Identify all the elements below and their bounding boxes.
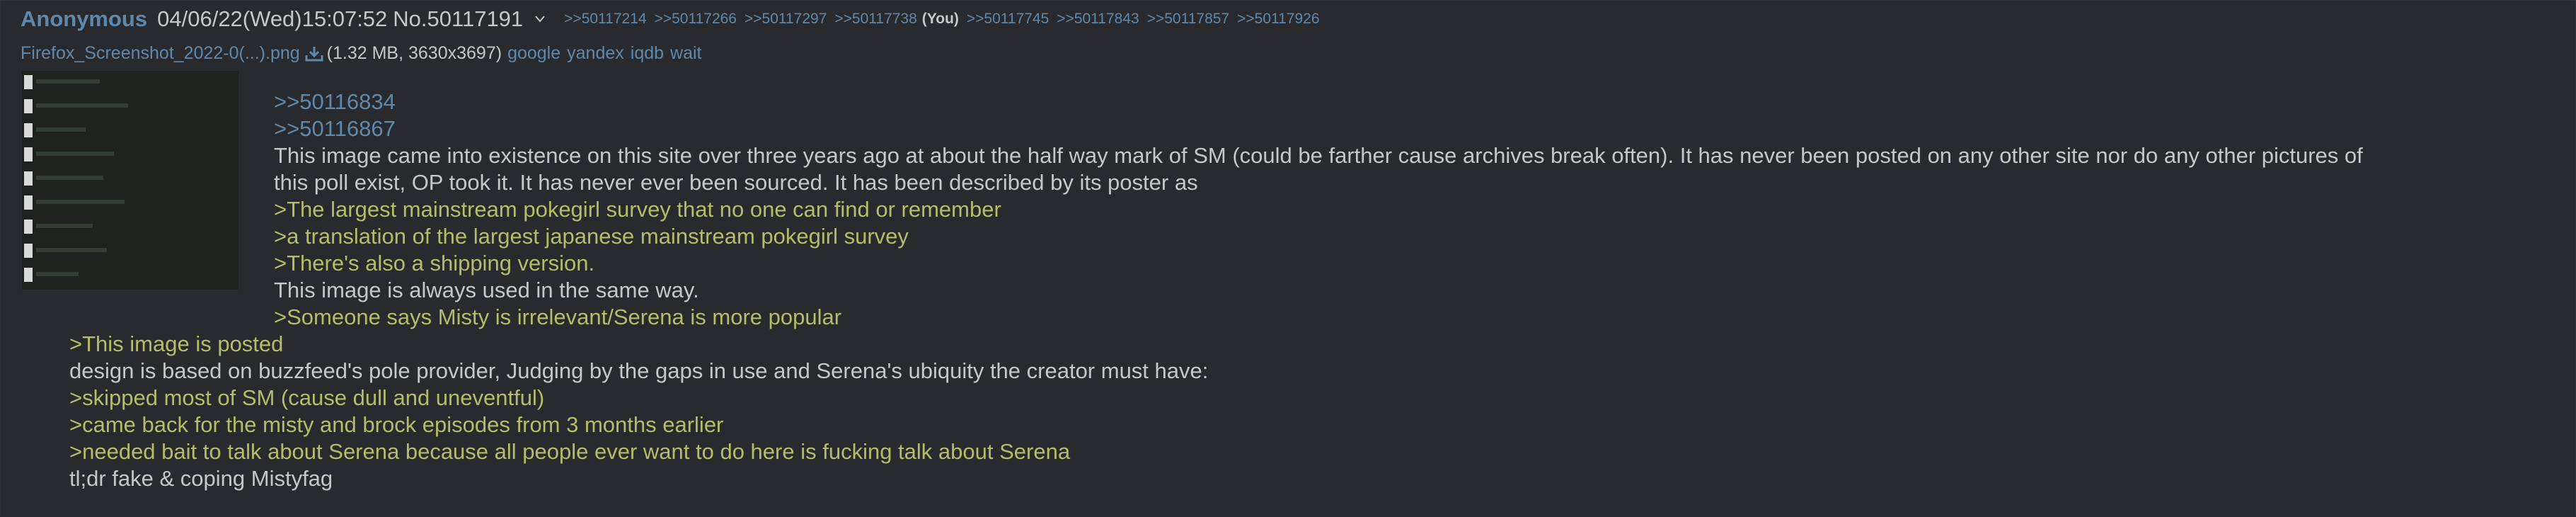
message-line: this poll exist, OP took it. It has neve…	[274, 170, 1198, 195]
post-container: Anonymous 04/06/22(Wed)15:07:52 No.50117…	[0, 0, 2576, 517]
quote-link[interactable]: >>50116834	[274, 89, 2511, 115]
greentext-line: >This image is posted	[69, 331, 284, 356]
post-number-link[interactable]: No.50117191	[393, 6, 523, 32]
message-below-image: >This image is posted design is based on…	[69, 331, 2511, 492]
message-line: This image is always used in the same wa…	[274, 278, 699, 302]
thumbnail-detail	[24, 220, 33, 234]
backlink[interactable]: >>50117297	[744, 11, 827, 28]
greentext-line: >needed bait to talk about Serena becaus…	[69, 439, 1071, 464]
backlink[interactable]: >>50117266	[655, 11, 737, 28]
poster-name: Anonymous	[21, 6, 148, 31]
message-line: This image came into existence on this s…	[274, 143, 2363, 168]
thumbnail-detail	[24, 268, 33, 282]
file-name-link[interactable]: Firefox_Screenshot_2022-0(...).png	[21, 43, 300, 64]
message-line: design is based on buzzfeed's pole provi…	[69, 358, 1209, 383]
backlink[interactable]: >>50117857	[1147, 11, 1229, 28]
thumbnail-detail	[24, 244, 33, 258]
thumbnail-detail	[24, 147, 33, 161]
post-message: >>50116834 >>50116867 This image came in…	[69, 89, 2511, 492]
post-info: Anonymous 04/06/22(Wed)15:07:52 No.50117…	[21, 5, 1328, 33]
search-iqdb-link[interactable]: iqdb	[631, 43, 664, 64]
chevron-down-icon[interactable]	[534, 15, 546, 23]
backlinks: >>50117214 >>50117266 >>50117297 >>50117…	[564, 11, 1327, 28]
download-icon[interactable]	[304, 45, 324, 62]
greentext-line: >came back for the misty and brock episo…	[69, 412, 724, 437]
thumbnail-detail	[24, 99, 33, 113]
file-info: Firefox_Screenshot_2022-0(...).png (1.32…	[21, 43, 708, 64]
search-google-link[interactable]: google	[507, 43, 560, 64]
backlink[interactable]: >>50117926	[1237, 11, 1319, 28]
backlink[interactable]: >>50117738	[834, 11, 916, 28]
search-wait-link[interactable]: wait	[670, 43, 701, 64]
greentext-line: >The largest mainstream pokegirl survey …	[274, 197, 1001, 222]
you-marker: (You)	[921, 11, 959, 27]
greentext-line: >skipped most of SM (cause dull and unev…	[69, 385, 545, 410]
backlink[interactable]: >>50117843	[1057, 11, 1139, 28]
file-meta: (1.32 MB, 3630x3697)	[326, 43, 502, 63]
thumbnail-detail	[24, 171, 33, 186]
thumbnail-detail	[24, 123, 33, 137]
post-datetime: 04/06/22(Wed)15:07:52	[157, 6, 388, 31]
backlink[interactable]: >>50117745	[967, 11, 1049, 28]
quote-link[interactable]: >>50116867	[274, 115, 2511, 142]
thumbnail-detail	[24, 195, 33, 210]
message-line: tl;dr fake & coping Mistyfag	[69, 466, 333, 491]
search-yandex-link[interactable]: yandex	[567, 43, 624, 64]
greentext-line: >a translation of the largest japanese m…	[274, 224, 909, 249]
thumbnail-detail	[24, 75, 33, 89]
greentext-line: >There's also a shipping version.	[274, 251, 595, 275]
greentext-line: >Someone says Misty is irrelevant/Serena…	[274, 305, 842, 329]
backlink[interactable]: >>50117214	[564, 11, 646, 28]
message-beside-image: >>50116834 >>50116867 This image came in…	[69, 89, 2511, 331]
